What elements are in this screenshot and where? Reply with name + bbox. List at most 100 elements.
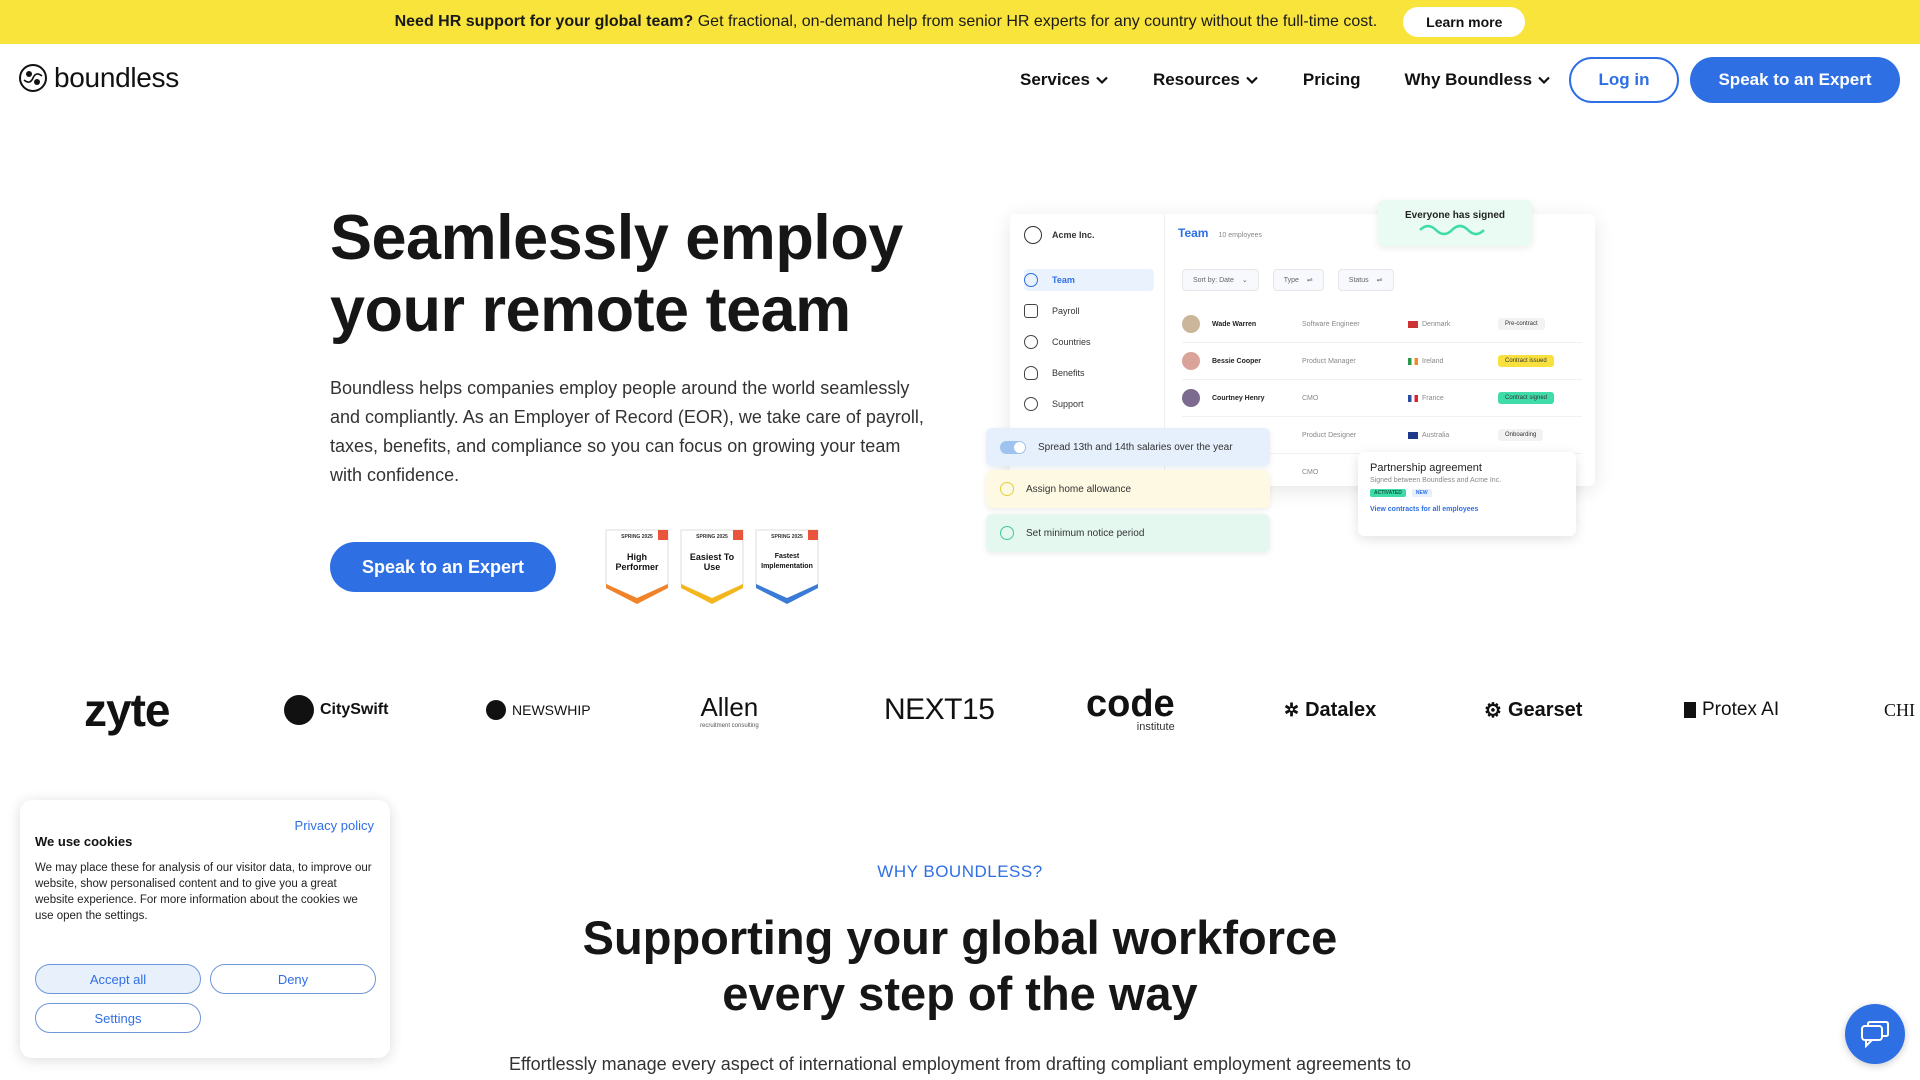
flag-icon	[1408, 431, 1418, 439]
badge-name: High Performer	[615, 552, 659, 572]
speak-to-expert-nav-button[interactable]: Speak to an Expert	[1690, 57, 1900, 103]
privacy-policy-link[interactable]: Privacy policy	[295, 818, 374, 833]
chat-icon	[1861, 1021, 1889, 1048]
newswhip-mark-icon	[486, 700, 506, 720]
logo-text: Protex AI	[1702, 699, 1780, 720]
status-badge: ACTIVATED	[1370, 489, 1406, 497]
employee-role: Software Engineer	[1302, 320, 1360, 328]
hero-title-line2: your remote team	[330, 275, 851, 345]
nav-item-label: Services	[1020, 70, 1090, 89]
promo-bold-text: Need HR support for your global team?	[394, 13, 694, 30]
g2-badge-high-performer: SPRING 2025 High Performer	[604, 528, 670, 604]
logo-text: Datalex	[1305, 698, 1377, 721]
sidebar-label: Team	[1052, 275, 1075, 285]
country-label: Ireland	[1422, 357, 1444, 365]
speak-to-expert-hero-button[interactable]: Speak to an Expert	[330, 542, 556, 592]
task-home-allowance: Assign home allowance	[986, 470, 1270, 508]
logo-gearset: ⚙ Gearset	[1484, 680, 1582, 740]
hero-title: Seamlessly employ your remote team	[330, 202, 950, 346]
datalex-mark-icon: ✲	[1284, 699, 1300, 720]
partnership-title: Partnership agreement	[1370, 462, 1482, 474]
why-title-line1: Supporting your global workforce	[582, 911, 1338, 964]
filter-label: Type	[1283, 276, 1299, 284]
flag-icon	[1408, 357, 1418, 365]
chat-button[interactable]	[1845, 1004, 1905, 1064]
employee-role: CMO	[1302, 394, 1319, 402]
logo-text: Allen	[700, 691, 759, 722]
logo-datalex: ✲ Datalex	[1284, 680, 1376, 740]
nav-item-services[interactable]: Services	[1020, 70, 1109, 90]
avatar	[1182, 315, 1200, 333]
logo-code-institute: code institute	[1086, 680, 1175, 740]
mockup-filters: Sort by: Date ⌄ Type ⇌ Status ⇌	[1182, 269, 1394, 291]
company-logo-icon	[1024, 226, 1042, 244]
nav-item-why-boundless[interactable]: Why Boundless	[1405, 70, 1552, 90]
login-button[interactable]: Log in	[1569, 57, 1679, 103]
hero-title-line1: Seamlessly employ	[330, 203, 903, 273]
cookie-consent-popup: Privacy policy We use cookies We may pla…	[20, 800, 390, 1058]
task-notice-period: Set minimum notice period	[986, 514, 1270, 552]
learn-more-button[interactable]: Learn more	[1403, 7, 1526, 37]
logo-next15: NEXT15	[884, 680, 995, 740]
table-row: Courtney Henry CMO France Contract signe…	[1182, 380, 1582, 417]
boundless-logo[interactable]: boundless	[18, 62, 179, 94]
accept-all-button[interactable]: Accept all	[35, 964, 201, 994]
badge-name: Fastest Implementation	[761, 553, 813, 570]
filter-label: Sort by: Date	[1193, 276, 1234, 284]
main-nav: boundless Services Resources Pricing Why…	[0, 44, 1920, 116]
status-badge: Onboarding	[1498, 429, 1544, 441]
mockup-header: Team 10 employees	[1178, 226, 1262, 240]
employee-country: Australia	[1408, 431, 1498, 439]
mockup-company: Acme Inc.	[1024, 226, 1095, 244]
sliders-icon: ⇌	[1376, 277, 1383, 284]
employee-name: Wade Warren	[1212, 320, 1257, 328]
employee-role: Product Designer	[1302, 431, 1357, 439]
logo-subtext: institute	[1136, 721, 1175, 733]
logo-text: CitySwift	[320, 701, 389, 718]
logo-text: boundless	[54, 62, 179, 93]
employee-country: Denmark	[1408, 320, 1498, 328]
nav-menu: Services Resources Pricing Why Boundless	[1020, 70, 1551, 90]
logo-cityswift: CitySwift	[284, 680, 388, 740]
deny-button[interactable]: Deny	[210, 964, 376, 994]
employee-name: Bessie Cooper	[1212, 357, 1262, 365]
logo-text: NEXT15	[884, 693, 995, 726]
squiggle-decoration	[1419, 224, 1485, 236]
mockup-sidebar-item-support: Support	[1024, 393, 1154, 415]
calculator-icon	[1024, 304, 1038, 318]
logo-text: zyte	[84, 684, 170, 736]
country-label: Denmark	[1422, 320, 1451, 328]
nav-item-resources[interactable]: Resources	[1153, 70, 1259, 90]
logo-text: code	[1086, 683, 1175, 725]
flag-icon	[1408, 394, 1418, 402]
logo-protex-ai: Protex AI	[1684, 680, 1779, 740]
sort-filter: Sort by: Date ⌄	[1182, 269, 1259, 291]
cityswift-mark-icon	[284, 695, 314, 725]
avatar	[1182, 352, 1200, 370]
chevron-down-icon	[1538, 76, 1550, 85]
cookie-text: We may place these for analysis of our v…	[35, 862, 372, 922]
logo-text: Gearset	[1507, 698, 1583, 721]
badge-season: SPRING 2025	[696, 534, 728, 540]
logo-text: CHI	[1884, 699, 1915, 720]
badge-name: Easiest To Use	[689, 552, 735, 572]
logo-newswhip: NEWSWHIP	[486, 680, 591, 740]
partnership-tags: ACTIVATED NEW	[1370, 489, 1564, 497]
cookie-title: We use cookies	[35, 834, 133, 849]
partnership-card: Partnership agreement Signed between Bou…	[1358, 452, 1576, 536]
check-circle-icon	[1000, 482, 1014, 496]
nav-item-label: Pricing	[1302, 70, 1361, 89]
heart-icon	[1024, 366, 1038, 380]
mockup-sidebar-item-benefits: Benefits	[1024, 362, 1154, 384]
partnership-subtitle: Signed between Boundless and Acme Inc.	[1370, 477, 1502, 484]
employee-role: Product Manager	[1302, 357, 1356, 365]
customer-logo-strip: zyte CitySwift NEWSWHIP Allen recruitmen…	[0, 680, 1920, 740]
nav-item-pricing[interactable]: Pricing	[1303, 70, 1361, 90]
table-row: Bessie Cooper Product Manager Ireland Co…	[1182, 343, 1582, 380]
compass-icon	[1024, 397, 1038, 411]
employee-country: Ireland	[1408, 357, 1498, 365]
settings-button[interactable]: Settings	[35, 1003, 201, 1033]
toggle-icon	[1000, 440, 1026, 454]
task-label: Spread 13th and 14th salaries over the y…	[1038, 441, 1233, 453]
table-row: Wade Warren Software Engineer Denmark Pr…	[1182, 306, 1582, 343]
